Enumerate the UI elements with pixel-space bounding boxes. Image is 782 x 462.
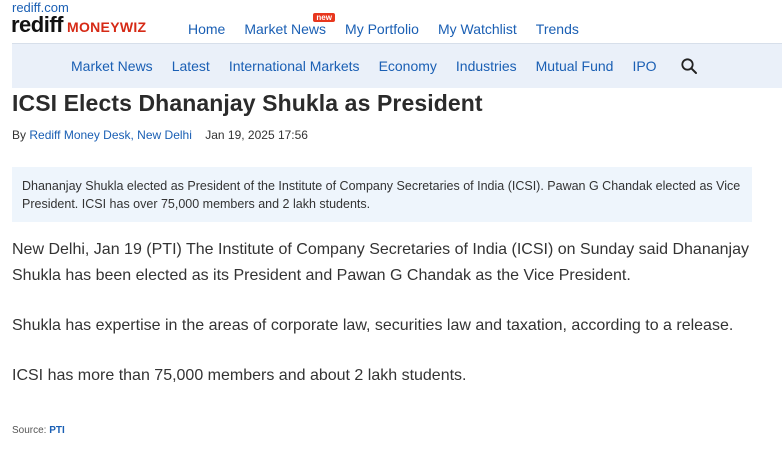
- source-label: Source:: [12, 425, 47, 436]
- author-link[interactable]: Rediff Money Desk, New Delhi: [29, 128, 192, 142]
- nav-market-news-label: Market News: [244, 21, 327, 37]
- new-badge: new: [313, 13, 335, 22]
- subnav-mutual-fund[interactable]: Mutual Fund: [536, 58, 614, 74]
- source-line: Source: PTI: [12, 425, 65, 436]
- nav-home[interactable]: Home: [188, 21, 225, 37]
- article-title: ICSI Elects Dhananjay Shukla as Presiden…: [12, 90, 483, 116]
- article-paragraph: Shukla has expertise in the areas of cor…: [12, 317, 734, 334]
- nav-my-portfolio[interactable]: My Portfolio: [345, 21, 419, 37]
- nav-market-news[interactable]: Market News new: [244, 13, 335, 37]
- moneywiz-logo[interactable]: rediff MONEYWIZ: [11, 14, 146, 36]
- sub-nav: Market News Latest International Markets…: [12, 43, 782, 88]
- byline: By Rediff Money Desk, New Delhi Jan 19, …: [12, 128, 308, 142]
- byline-prefix: By: [12, 128, 27, 142]
- main-nav: Home Market News new My Portfolio My Wat…: [188, 13, 598, 37]
- subnav-industries[interactable]: Industries: [456, 58, 517, 74]
- article-summary: Dhananjay Shukla elected as President of…: [12, 167, 752, 222]
- nav-my-watchlist[interactable]: My Watchlist: [438, 21, 517, 37]
- logo-rediff-text: rediff: [11, 12, 64, 37]
- article-body: New Delhi, Jan 19 (PTI) The Institute of…: [12, 237, 762, 413]
- nav-trends[interactable]: Trends: [536, 21, 579, 37]
- subnav-economy[interactable]: Economy: [379, 58, 437, 74]
- search-icon[interactable]: [680, 57, 698, 75]
- article-paragraph: New Delhi, Jan 19 (PTI) The Institute of…: [12, 241, 749, 284]
- article-paragraph: ICSI has more than 75,000 members and ab…: [12, 367, 467, 384]
- source-link[interactable]: PTI: [49, 425, 65, 436]
- subnav-market-news[interactable]: Market News: [71, 58, 153, 74]
- publish-date: Jan 19, 2025 17:56: [205, 128, 308, 142]
- subnav-latest[interactable]: Latest: [172, 58, 210, 74]
- logo-moneywiz-text: MONEYWIZ: [67, 19, 147, 35]
- subnav-international-markets[interactable]: International Markets: [229, 58, 360, 74]
- subnav-ipo[interactable]: IPO: [632, 58, 656, 74]
